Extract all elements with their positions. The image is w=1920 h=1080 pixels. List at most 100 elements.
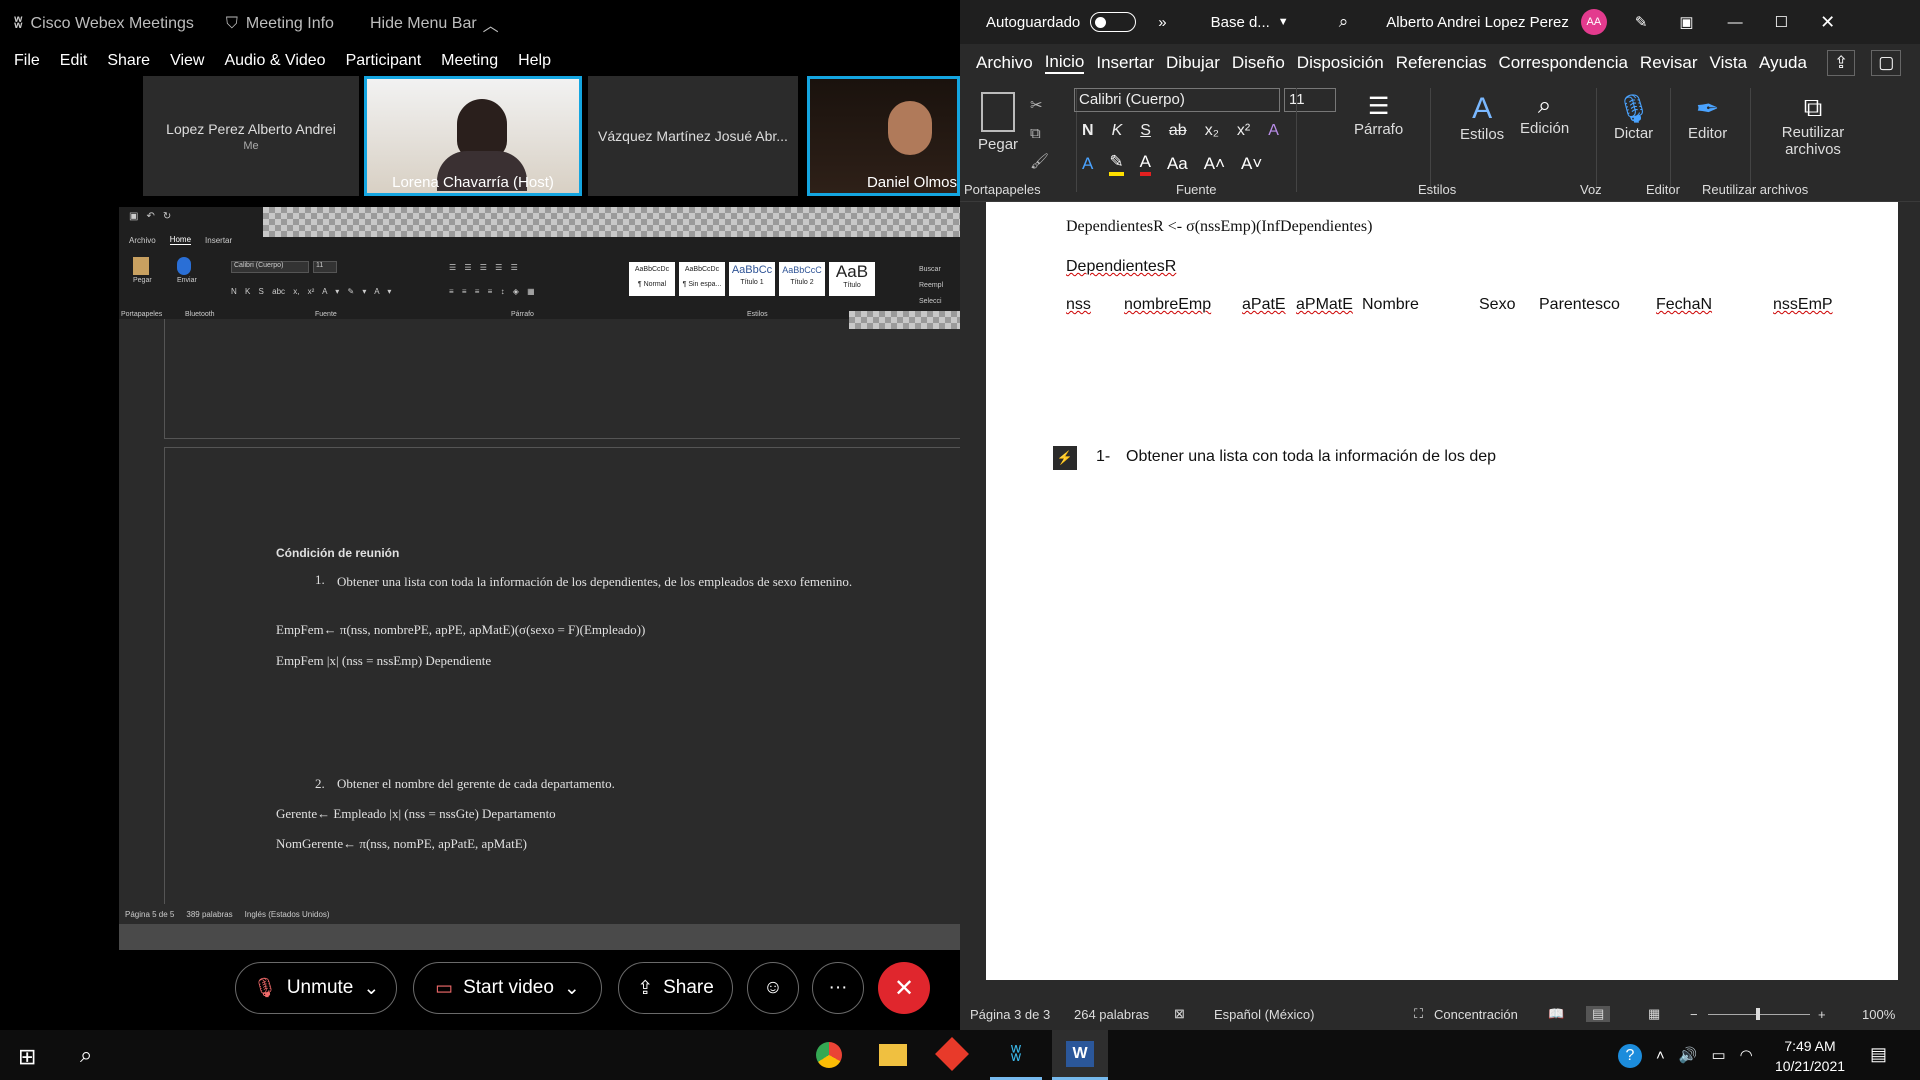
font-color-icon[interactable]: A: [1139, 152, 1151, 176]
select-button[interactable]: Selecci: [919, 294, 943, 310]
word-taskbar-icon[interactable]: W: [1052, 1030, 1108, 1080]
menu-help[interactable]: Help: [518, 52, 551, 70]
chevron-up-icon[interactable]: ˄: [1656, 1047, 1665, 1064]
participant-tile[interactable]: Lopez Perez Alberto Andrei Me: [143, 76, 359, 196]
styles-button[interactable]: A Estilos: [1460, 92, 1504, 143]
tab-ayuda[interactable]: Ayuda: [1759, 53, 1807, 73]
replace-button[interactable]: Reempl: [919, 278, 943, 294]
zoom-level[interactable]: 100%: [1862, 1007, 1895, 1022]
tab-disposicion[interactable]: Disposición: [1297, 53, 1384, 73]
share-button[interactable]: ⇪ Share: [618, 962, 733, 1014]
find-button[interactable]: Buscar: [919, 262, 943, 278]
pen-icon[interactable]: ✎: [1635, 13, 1648, 31]
zoom-slider[interactable]: [1708, 1008, 1810, 1020]
clock[interactable]: 7:49 AM 10/21/2021: [1770, 1036, 1850, 1076]
zoom-out-icon[interactable]: −: [1690, 1007, 1698, 1022]
bold-button[interactable]: N: [1082, 122, 1094, 140]
user-name[interactable]: Alberto Andrei Lopez Perez: [1386, 14, 1569, 31]
participant-video-tile[interactable]: Lorena Chavarría (Host): [364, 76, 582, 196]
tab-inicio[interactable]: Inicio: [1044, 52, 1085, 74]
tab-vista[interactable]: Vista: [1710, 53, 1748, 73]
menu-view[interactable]: View: [170, 52, 204, 70]
chrome-icon[interactable]: [816, 1042, 842, 1068]
search-icon[interactable]: ⌕: [80, 1042, 92, 1068]
participant-video-tile[interactable]: Daniel Olmos: [807, 76, 960, 196]
tab-referencias[interactable]: Referencias: [1396, 53, 1487, 73]
tab-home[interactable]: Home: [169, 235, 192, 245]
font-size-select[interactable]: 11: [1284, 88, 1336, 112]
font-select[interactable]: Calibri (Cuerpo): [1074, 88, 1280, 112]
font-select[interactable]: Calibri (Cuerpo): [231, 261, 309, 273]
zoom-in-icon[interactable]: +: [1818, 1007, 1826, 1022]
highlight-icon[interactable]: ✎: [1109, 152, 1124, 176]
wifi-icon[interactable]: ◠: [1740, 1046, 1753, 1064]
redo-icon[interactable]: ↻: [163, 211, 171, 222]
chevron-up-icon[interactable]: ︿: [483, 12, 499, 36]
menu-file[interactable]: File: [14, 52, 40, 70]
close-icon[interactable]: ✕: [1820, 12, 1835, 33]
paste-button[interactable]: Pegar: [133, 257, 152, 284]
tab-insertar[interactable]: Insertar: [205, 236, 232, 245]
menu-meeting[interactable]: Meeting: [441, 52, 498, 70]
font-size-select[interactable]: 11: [313, 261, 337, 273]
superscript-button[interactable]: x²: [1237, 122, 1250, 140]
reactions-button[interactable]: ☺: [747, 962, 799, 1014]
maximize-icon[interactable]: ☐: [1775, 13, 1788, 31]
style-heading-2[interactable]: AaBbCcC Título 2: [779, 262, 825, 296]
text-effects-icon[interactable]: A: [1082, 154, 1093, 174]
read-mode-icon[interactable]: 📖: [1548, 1006, 1564, 1022]
paste-button[interactable]: Pegar: [978, 92, 1018, 153]
tab-dibujar[interactable]: Dibujar: [1166, 53, 1220, 73]
tab-correspondencia[interactable]: Correspondencia: [1498, 53, 1627, 73]
volume-icon[interactable]: 🔊: [1679, 1046, 1698, 1064]
undo-icon[interactable]: ↶: [146, 211, 154, 222]
tab-archivo[interactable]: Archivo: [976, 53, 1033, 73]
style-heading-1[interactable]: AaBbCc Título 1: [729, 262, 775, 296]
editor-button[interactable]: ✒ Editor: [1688, 92, 1727, 142]
align-buttons[interactable]: ≡ ≡ ≡ ≡ ↕ ◈ ▦: [449, 287, 535, 296]
copy-icon[interactable]: ⧉: [1030, 120, 1049, 148]
print-layout-icon[interactable]: ▤: [1586, 1006, 1611, 1022]
format-painter-icon[interactable]: 🖌: [1030, 148, 1049, 176]
cut-icon[interactable]: ✂: [1030, 92, 1049, 120]
proofing-icon[interactable]: ⊠: [1174, 1006, 1185, 1022]
participant-tile[interactable]: Vázquez Martínez Josué Abr...: [588, 76, 798, 196]
avatar[interactable]: AA: [1580, 9, 1607, 35]
app-icon[interactable]: [935, 1037, 969, 1071]
menu-share[interactable]: Share: [107, 52, 150, 70]
meeting-info-button[interactable]: Meeting Info: [246, 15, 334, 33]
tab-diseno[interactable]: Diseño: [1232, 53, 1285, 73]
dictate-button[interactable]: 🎙 Dictar: [1614, 92, 1653, 142]
chevron-down-icon[interactable]: ⌄: [363, 977, 379, 1000]
comments-icon[interactable]: ▢: [1871, 50, 1902, 76]
unmute-button[interactable]: 🎙 Unmute ⌄: [235, 962, 397, 1014]
search-icon[interactable]: ⌕: [1339, 12, 1349, 32]
change-case-icon[interactable]: Aa: [1167, 154, 1188, 174]
menu-audio-video[interactable]: Audio & Video: [224, 52, 325, 70]
more-options-button[interactable]: ···: [812, 962, 864, 1014]
editing-button[interactable]: ⌕ Edición: [1520, 92, 1569, 137]
language[interactable]: Español (México): [1214, 1007, 1314, 1022]
help-icon[interactable]: ?: [1618, 1044, 1642, 1068]
document-name[interactable]: Base d...: [1211, 14, 1270, 31]
more-commands-icon[interactable]: »: [1158, 14, 1166, 31]
flash-icon[interactable]: ⚡: [1053, 446, 1077, 470]
italic-button[interactable]: K: [1112, 122, 1123, 140]
underline-button[interactable]: S: [1140, 122, 1151, 140]
leave-meeting-button[interactable]: ✕: [878, 962, 930, 1014]
webex-taskbar-icon[interactable]: ʬ: [990, 1030, 1042, 1080]
tab-archivo[interactable]: Archivo: [129, 236, 156, 245]
reuse-files-button[interactable]: ⧉ Reutilizar archivos: [1768, 92, 1858, 158]
start-video-button[interactable]: ▭ Start video ⌄: [413, 962, 602, 1014]
hide-menu-bar-button[interactable]: Hide Menu Bar: [370, 15, 477, 33]
style-no-spacing[interactable]: AaBbCcDc ¶ Sin espa...: [679, 262, 725, 296]
web-layout-icon[interactable]: ▦: [1648, 1006, 1660, 1022]
grow-font-icon[interactable]: A˄: [1204, 154, 1225, 174]
tab-revisar[interactable]: Revisar: [1640, 53, 1698, 73]
share-icon[interactable]: ⇪: [1826, 50, 1856, 76]
send-button[interactable]: Enviar: [177, 257, 197, 284]
notifications-icon[interactable]: ▤: [1870, 1044, 1887, 1065]
menu-edit[interactable]: Edit: [60, 52, 88, 70]
chevron-down-icon[interactable]: ⌄: [564, 977, 580, 1000]
battery-icon[interactable]: ▭: [1711, 1046, 1725, 1064]
